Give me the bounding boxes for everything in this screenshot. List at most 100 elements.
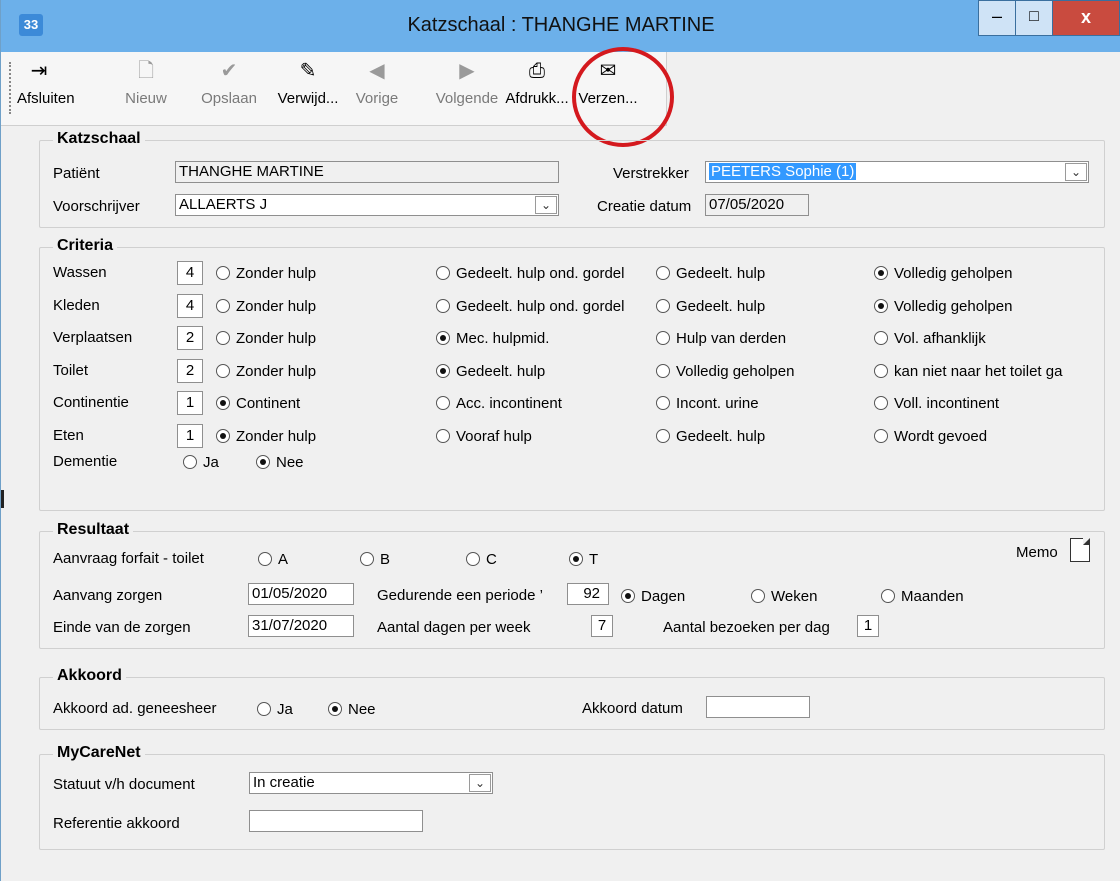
radio-button-icon[interactable]: [436, 298, 450, 313]
referentie-field[interactable]: [249, 810, 423, 832]
toolbar-grip[interactable]: [9, 62, 14, 114]
radio-button-icon[interactable]: [258, 552, 272, 566]
radio-button-icon[interactable]: [436, 331, 450, 345]
radio-button-icon[interactable]: [656, 331, 670, 345]
criteria-option-toilet-0[interactable]: Zonder hulp: [216, 363, 316, 381]
radio-button-icon[interactable]: [874, 396, 888, 410]
radio-button-icon[interactable]: [656, 396, 670, 410]
radio-button-icon[interactable]: [874, 266, 888, 280]
radio-button-icon[interactable]: [621, 589, 635, 603]
radio-button-icon[interactable]: [216, 298, 230, 313]
criteria-option-verplaatsen-3[interactable]: Vol. afhanklijk: [874, 330, 986, 348]
radio-button-icon[interactable]: [216, 266, 230, 280]
criteria-option-eten-2[interactable]: Gedeelt. hulp: [656, 428, 765, 446]
geneesheer-option-0[interactable]: Ja: [257, 701, 293, 719]
criteria-option-toilet-1[interactable]: Gedeelt. hulp: [436, 363, 545, 381]
radio-button-icon[interactable]: [216, 363, 230, 378]
criteria-label-eten: Eten: [53, 426, 84, 444]
forfait-option-1[interactable]: B: [360, 551, 390, 569]
afdrukken-button[interactable]: ⎙ Afdrukk...: [503, 58, 571, 120]
dagen-field[interactable]: 7: [591, 615, 613, 637]
radio-button-icon[interactable]: [216, 428, 230, 443]
criteria-option-kleden-0[interactable]: Zonder hulp: [216, 298, 316, 316]
radio-button-icon[interactable]: [183, 455, 197, 469]
radio-button-icon[interactable]: [656, 298, 670, 313]
geneesheer-option-1[interactable]: Nee: [328, 701, 376, 719]
criteria-option-verplaatsen-2[interactable]: Hulp van derden: [656, 330, 786, 348]
criteria-option-wassen-2[interactable]: Gedeelt. hulp: [656, 265, 765, 283]
periode-option-1-label: Weken: [771, 588, 818, 605]
forfait-option-3[interactable]: T: [569, 551, 598, 569]
statuut-select[interactable]: In creatie ⌄: [249, 772, 493, 794]
verwijderen-button[interactable]: ✎ Verwijd...: [271, 58, 345, 120]
akkoord-datum-field[interactable]: [706, 696, 810, 718]
radio-button-icon[interactable]: [881, 589, 895, 603]
bezoeken-field[interactable]: 1: [857, 615, 879, 637]
chevron-down-icon[interactable]: ⌄: [535, 196, 557, 214]
new-document-icon: 🗋: [137, 60, 155, 82]
radio-button-icon[interactable]: [360, 552, 374, 566]
criteria-option-wassen-1[interactable]: Gedeelt. hulp ond. gordel: [436, 265, 624, 283]
criteria-option-kleden-1[interactable]: Gedeelt. hulp ond. gordel: [436, 298, 624, 316]
radio-button-icon[interactable]: [436, 363, 450, 378]
nieuw-button[interactable]: 🗋 Nieuw: [119, 58, 173, 120]
title-bar[interactable]: 33 Katzschaal : THANGHE MARTINE – □ x: [1, 0, 1120, 52]
dementie-option-1[interactable]: Nee: [256, 454, 304, 472]
radio-button-icon[interactable]: [436, 396, 450, 410]
criteria-option-verplaatsen-0[interactable]: Zonder hulp: [216, 330, 316, 348]
criteria-option-toilet-2[interactable]: Volledig geholpen: [656, 363, 794, 381]
periode-option-0[interactable]: Dagen: [621, 588, 685, 606]
radio-button-icon[interactable]: [569, 552, 583, 566]
criteria-option-eten-0[interactable]: Zonder hulp: [216, 428, 316, 446]
radio-button-icon[interactable]: [216, 331, 230, 345]
radio-button-icon[interactable]: [751, 589, 765, 603]
radio-button-icon[interactable]: [874, 363, 888, 378]
chevron-down-icon[interactable]: ⌄: [1065, 163, 1087, 181]
criteria-option-toilet-3[interactable]: kan niet naar het toilet ga: [874, 363, 1062, 381]
criteria-option-eten-1[interactable]: Vooraf hulp: [436, 428, 532, 446]
memo-icon[interactable]: [1070, 538, 1090, 562]
periode-option-2[interactable]: Maanden: [881, 588, 964, 606]
minimize-button[interactable]: –: [978, 0, 1016, 36]
radio-button-icon[interactable]: [328, 702, 342, 716]
criteria-option-verplaatsen-1[interactable]: Mec. hulpmid.: [436, 330, 549, 348]
criteria-option-kleden-2[interactable]: Gedeelt. hulp: [656, 298, 765, 316]
criteria-option-continentie-0[interactable]: Continent: [216, 395, 300, 413]
criteria-option-wassen-0[interactable]: Zonder hulp: [216, 265, 316, 283]
radio-button-icon[interactable]: [256, 455, 270, 469]
afsluiten-button[interactable]: ⇥ Afsluiten: [17, 58, 75, 120]
vorige-button[interactable]: ◀ Vorige: [348, 58, 406, 120]
radio-button-icon[interactable]: [656, 428, 670, 443]
criteria-option-kleden-3[interactable]: Volledig geholpen: [874, 298, 1012, 316]
opslaan-button[interactable]: ✔ Opslaan: [189, 58, 269, 120]
periode-option-1[interactable]: Weken: [751, 588, 817, 606]
radio-button-icon[interactable]: [656, 266, 670, 280]
radio-button-icon[interactable]: [874, 331, 888, 345]
aanvang-field[interactable]: 01/05/2020: [248, 583, 354, 605]
radio-button-icon[interactable]: [466, 552, 480, 566]
radio-button-icon[interactable]: [874, 428, 888, 443]
forfait-option-0[interactable]: A: [258, 551, 288, 569]
criteria-option-continentie-1[interactable]: Acc. incontinent: [436, 395, 562, 413]
radio-button-icon[interactable]: [436, 266, 450, 280]
close-button[interactable]: x: [1052, 0, 1120, 36]
criteria-option-continentie-2[interactable]: Incont. urine: [656, 395, 759, 413]
radio-button-icon[interactable]: [436, 428, 450, 443]
dementie-option-0[interactable]: Ja: [183, 454, 219, 472]
chevron-down-icon[interactable]: ⌄: [469, 774, 491, 792]
periode-field[interactable]: 92: [567, 583, 609, 605]
criteria-option-eten-3[interactable]: Wordt gevoed: [874, 428, 987, 446]
volgende-button[interactable]: ▶ Volgende: [426, 58, 508, 120]
verstrekker-select[interactable]: PEETERS Sophie (1) ⌄: [705, 161, 1089, 183]
radio-button-icon[interactable]: [656, 363, 670, 378]
maximize-button[interactable]: □: [1015, 0, 1053, 36]
forfait-option-2[interactable]: C: [466, 551, 497, 569]
voorschrijver-select[interactable]: ALLAERTS J ⌄: [175, 194, 559, 216]
criteria-option-wassen-3[interactable]: Volledig geholpen: [874, 265, 1012, 283]
radio-button-icon[interactable]: [874, 298, 888, 313]
einde-field[interactable]: 31/07/2020: [248, 615, 354, 637]
criteria-label-continentie: Continentie: [53, 394, 129, 411]
radio-button-icon[interactable]: [257, 702, 271, 716]
radio-button-icon[interactable]: [216, 396, 230, 410]
criteria-option-continentie-3[interactable]: Voll. incontinent: [874, 395, 999, 413]
